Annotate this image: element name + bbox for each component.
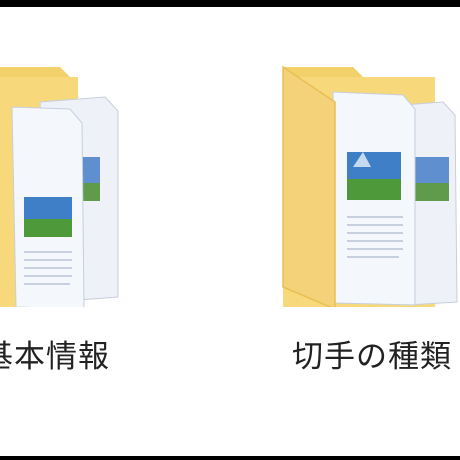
folder-item[interactable] [235,47,460,307]
folder-with-documents-icon [282,65,458,307]
folder-item[interactable] [0,47,160,307]
folder-name-label: 切手の種類 [292,339,452,375]
explorer-view: 基本情報 [0,7,460,456]
folder-with-documents-icon [0,67,119,307]
folder-name-label: 基本情報 [0,339,110,375]
